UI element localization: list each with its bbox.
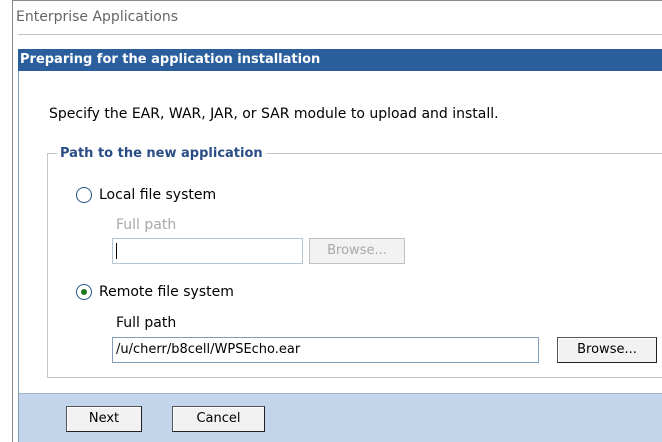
text-caret	[116, 242, 117, 259]
cancel-button[interactable]: Cancel	[172, 406, 265, 432]
window-top-border	[12, 0, 662, 1]
local-full-path-input	[112, 238, 303, 264]
window-left-border	[12, 0, 13, 442]
remote-file-system-label[interactable]: Remote file system	[99, 284, 234, 300]
local-browse-button: Browse...	[309, 238, 405, 264]
remote-full-path-label: Full path	[116, 315, 177, 331]
wizard-header: Preparing for the application installati…	[18, 49, 662, 71]
wizard-left-border	[18, 49, 19, 442]
path-group-legend: Path to the new application	[60, 146, 263, 161]
remote-browse-button[interactable]: Browse...	[557, 337, 657, 363]
local-file-system-radio[interactable]	[76, 187, 92, 203]
title-divider	[18, 34, 662, 35]
next-button[interactable]: Next	[66, 406, 142, 432]
local-full-path-label: Full path	[116, 217, 177, 233]
remote-file-system-radio[interactable]	[76, 284, 92, 300]
remote-full-path-input[interactable]: /u/cherr/b8cell/WPSEcho.ear	[112, 337, 539, 363]
local-file-system-label[interactable]: Local file system	[99, 187, 216, 203]
page-title: Enterprise Applications	[16, 9, 178, 25]
radio-selected-dot	[81, 289, 87, 295]
instructions-text: Specify the EAR, WAR, JAR, or SAR module…	[49, 106, 499, 122]
